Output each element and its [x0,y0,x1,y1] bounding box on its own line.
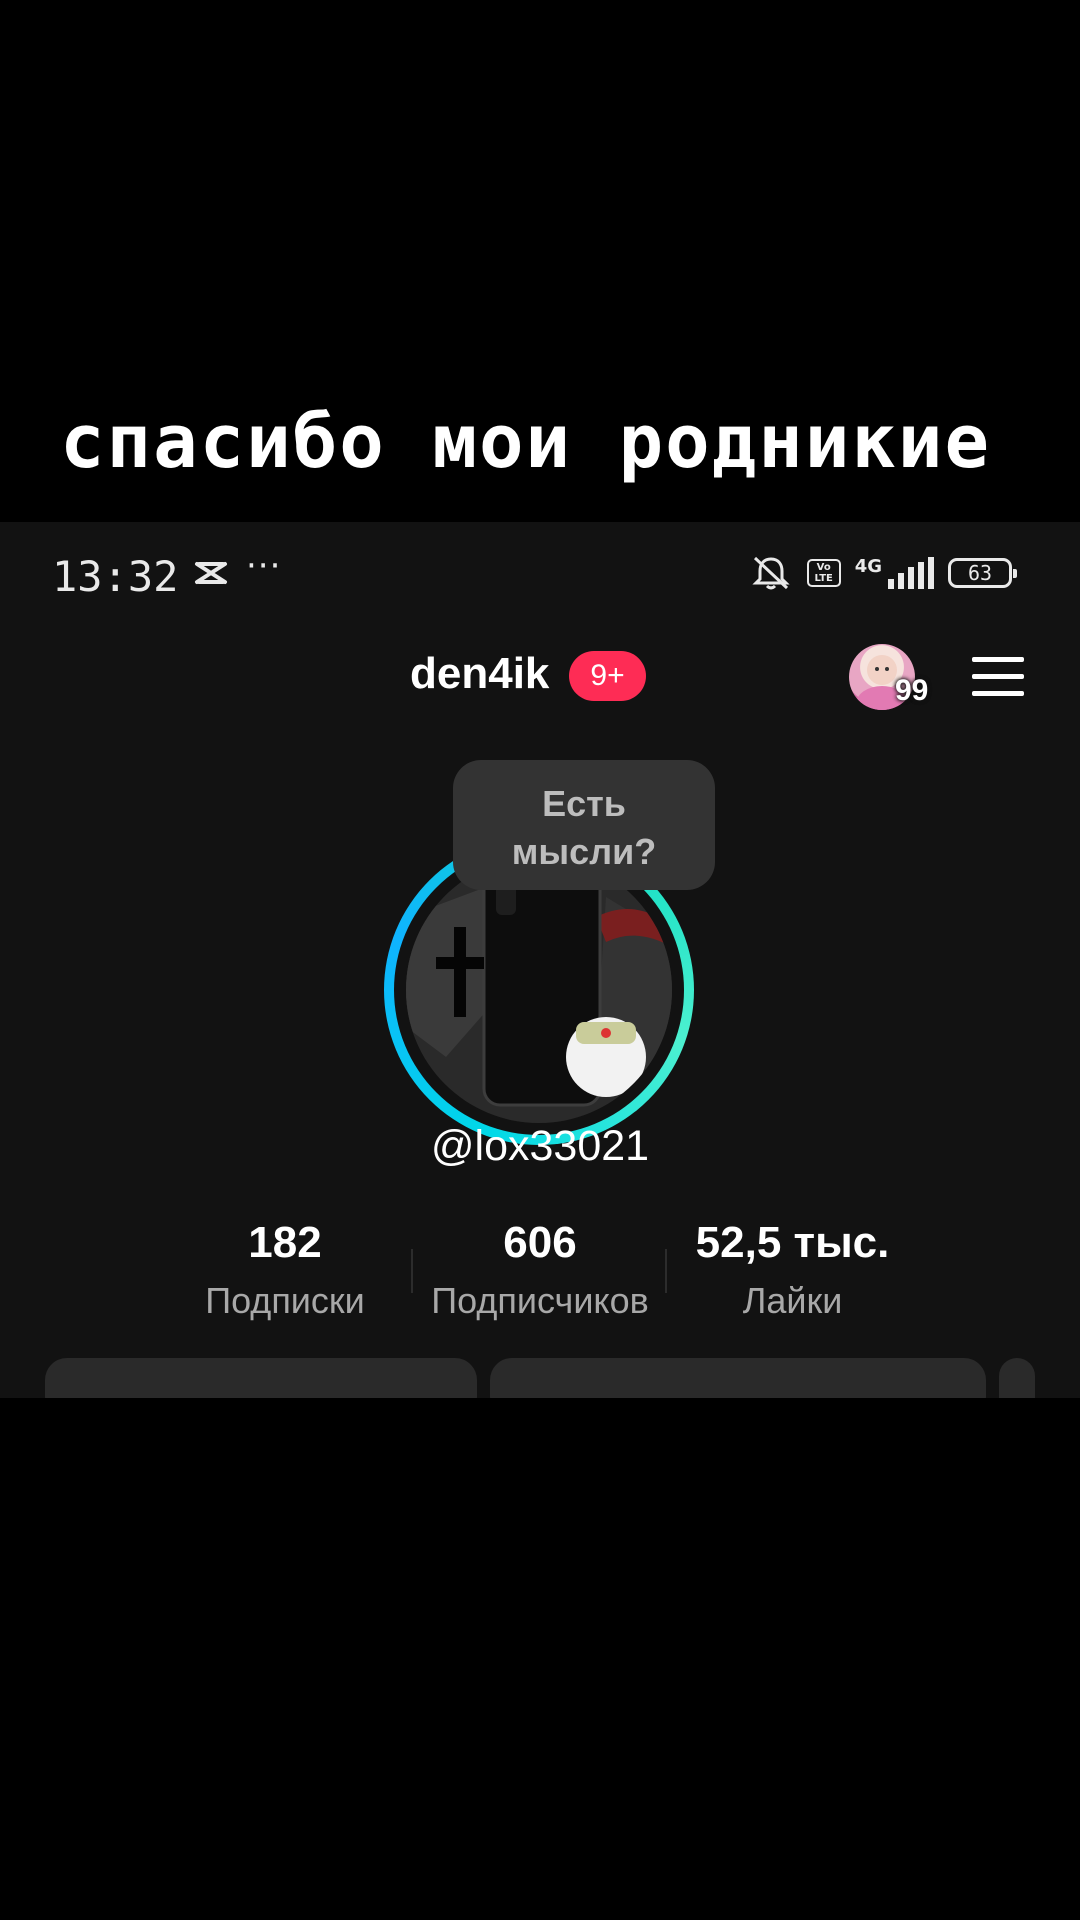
notification-badge[interactable]: 9+ [569,651,646,701]
stat-divider [665,1249,667,1293]
profile-action-card-3[interactable] [999,1358,1035,1398]
profile-screen: 13:32 ··· Vo LTE 4G 63 den4ik 9+ 99 Есть… [0,522,1080,1398]
friends-count: 99 [895,674,929,707]
avatar-image-icon [406,857,672,1123]
followers-count: 606 [503,1218,577,1267]
more-notifications-icon: ··· [246,546,282,586]
bubble-line-1: Есть [542,783,626,824]
bubble-line-2: мысли? [511,831,657,872]
profile-action-card-2[interactable] [490,1358,986,1398]
username: @lox33021 [430,1122,650,1170]
profile-name-title[interactable]: den4ik [410,649,549,699]
thoughts-bubble[interactable]: Есть мысли? [453,760,715,890]
likes-count: 52,5 тыс. [695,1218,890,1267]
profile-action-card-1[interactable] [45,1358,477,1398]
following-count: 182 [248,1218,322,1267]
mute-icon [752,556,790,590]
likes-label: Лайки [742,1280,843,1321]
stat-divider [411,1249,413,1293]
video-caption: спасибо мои родникие [60,399,992,485]
status-indicators: Vo LTE 4G 63 [749,554,1017,592]
following-label: Подписки [205,1280,365,1321]
stat-following[interactable]: 182 Подписки [185,1217,385,1323]
stat-followers[interactable]: 606 Подписчиков [420,1217,660,1323]
battery-icon: 63 [948,558,1017,588]
battery-level: 63 [967,561,993,585]
avatar-photo [406,857,672,1123]
status-time: 13:32 [52,552,179,601]
menu-icon[interactable] [972,657,1024,697]
followers-label: Подписчиков [431,1280,649,1321]
signal-icon [888,557,934,589]
status-bar: 13:32 ··· Vo LTE 4G 63 [0,522,1080,632]
network-type: 4G [854,556,882,577]
stat-likes[interactable]: 52,5 тыс. Лайки [670,1217,915,1323]
capcut-icon [195,562,227,584]
volte-icon: Vo LTE [806,559,841,587]
